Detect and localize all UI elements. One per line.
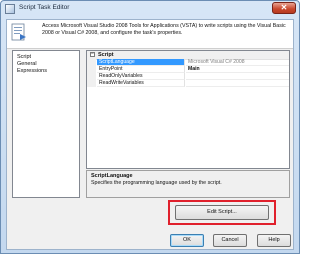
property-description-box: ScriptLanguage Specifies the programming… [86, 170, 290, 198]
window-title: Script Task Editor [19, 4, 70, 11]
collapse-icon[interactable]: − [90, 52, 95, 57]
page-item-script[interactable]: Script [13, 54, 79, 61]
property-value[interactable]: Main [186, 66, 289, 73]
property-name[interactable]: ReadOnlyVariables [97, 73, 185, 80]
property-row-readonlyvariables[interactable]: ReadOnlyVariables [87, 73, 289, 80]
page-item-general[interactable]: General [13, 61, 79, 68]
property-description-text: Specifies the programming language used … [91, 180, 222, 186]
cancel-button[interactable]: Cancel [213, 234, 247, 247]
ok-button[interactable]: OK [170, 234, 204, 247]
property-row-readwritevariables[interactable]: ReadWriteVariables [87, 80, 289, 87]
close-icon: ✕ [280, 3, 288, 12]
edit-script-button[interactable]: Edit Script... [175, 205, 269, 220]
property-name[interactable]: ScriptLanguage [97, 59, 185, 66]
script-task-editor-window: Script Task Editor ✕ Access Microsoft Vi… [0, 0, 300, 254]
property-value[interactable] [186, 80, 289, 87]
property-name[interactable]: EntryPoint [97, 66, 185, 73]
script-task-icon [5, 4, 15, 14]
script-document-icon [11, 23, 26, 41]
close-button[interactable]: ✕ [272, 2, 296, 14]
property-row-entrypoint[interactable]: EntryPoint Main [87, 66, 289, 73]
property-value[interactable] [186, 73, 289, 80]
dialog-description: Access Microsoft Visual Studio 2008 Tool… [42, 23, 286, 37]
property-description-title: ScriptLanguage [91, 173, 133, 179]
page-item-expressions[interactable]: Expressions [13, 68, 79, 75]
category-label: Script [98, 52, 114, 58]
property-value[interactable]: Microsoft Visual C# 2008 [186, 59, 289, 66]
property-row-scriptlanguage[interactable]: ScriptLanguage Microsoft Visual C# 2008 [87, 59, 289, 66]
page-list: Script General Expressions [12, 50, 80, 198]
help-button[interactable]: Help [257, 234, 291, 247]
property-name[interactable]: ReadWriteVariables [97, 80, 185, 87]
title-bar[interactable]: Script Task Editor ✕ [1, 1, 299, 18]
property-grid: − Script ScriptLanguage Microsoft Visual… [86, 50, 290, 169]
dialog-header: Access Microsoft Visual Studio 2008 Tool… [7, 20, 293, 49]
